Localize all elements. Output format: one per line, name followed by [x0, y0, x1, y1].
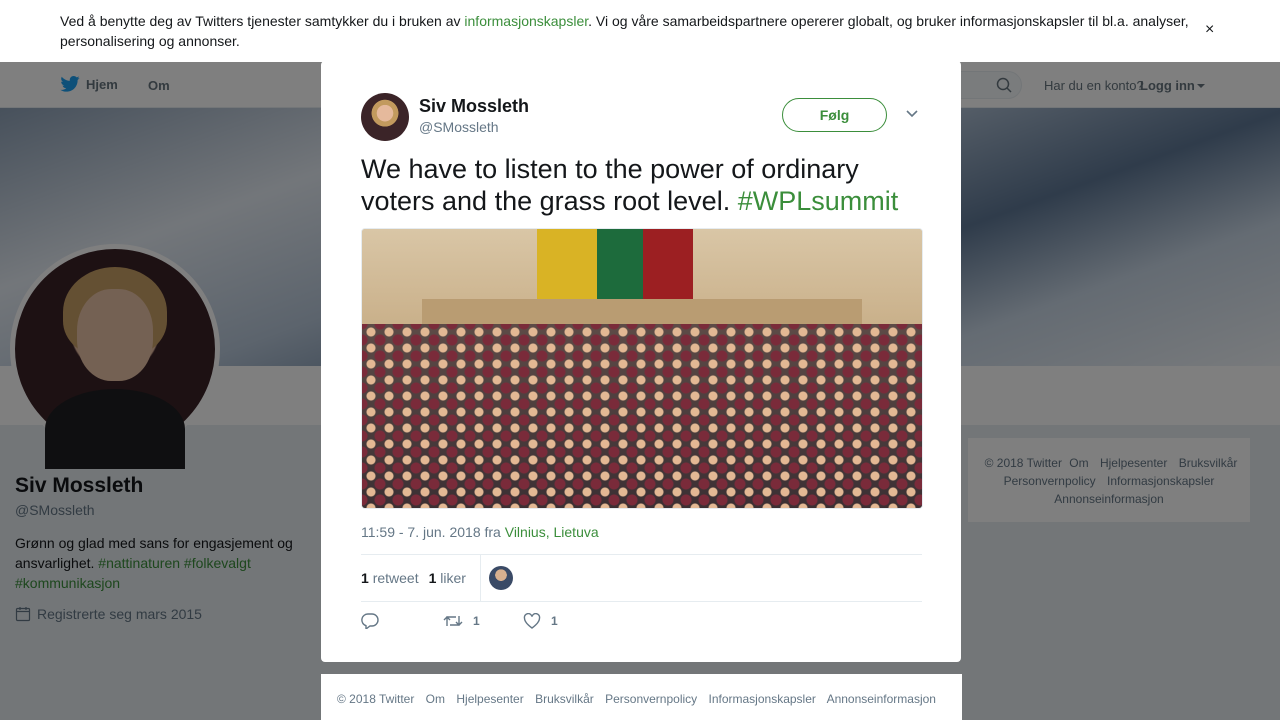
tweet-hashtag[interactable]: #WPLsummit [738, 186, 899, 216]
cookie-close-icon[interactable]: × [1205, 20, 1214, 40]
follow-button[interactable]: Følg [782, 98, 887, 132]
footer-link-privacy[interactable]: Personvernpolicy [605, 692, 697, 706]
footer-link-about[interactable]: Om [426, 692, 445, 706]
photo-flag-green [597, 229, 643, 301]
modal-footer: © 2018 Twitter Om Hjelpesenter Bruksvilk… [321, 674, 962, 720]
cookie-text-before: Ved å benytte deg av Twitters tjenester … [60, 13, 465, 29]
retweet-count: 1 [361, 570, 369, 586]
footer-copyright: © 2018 Twitter [337, 692, 415, 706]
like-label: liker [440, 570, 466, 586]
retweet-label: retweet [372, 570, 419, 586]
reply-button[interactable] [361, 613, 443, 629]
tweet-modal: Siv Mossleth @SMossleth Følg We have to … [321, 61, 961, 662]
footer-link-help[interactable]: Hjelpesenter [456, 692, 523, 706]
author-name[interactable]: Siv Mossleth [419, 96, 529, 117]
heart-icon [523, 613, 541, 629]
author-avatar[interactable] [361, 93, 409, 141]
author-handle[interactable]: @SMossleth [419, 119, 499, 135]
like-button[interactable]: 1 [523, 613, 558, 629]
footer-link-cookies[interactable]: Informasjonskapsler [709, 692, 816, 706]
retweet-action-count: 1 [473, 614, 480, 628]
chevron-down-icon[interactable] [905, 109, 919, 119]
tweet-stats: 1 retweet 1 liker [361, 570, 476, 586]
like-action-count: 1 [551, 614, 558, 628]
tweet-time: 11:59 - 7. jun. 2018 fra [361, 524, 505, 540]
footer-link-ads[interactable]: Annonseinformasjon [827, 692, 936, 706]
stats-separator [480, 555, 481, 601]
retweet-count-link[interactable]: 1 retweet [361, 570, 419, 586]
tweet-location-link[interactable]: Vilnius, Lietuva [505, 524, 599, 540]
tweet-timestamp: 11:59 - 7. jun. 2018 fra Vilnius, Lietuv… [361, 524, 599, 540]
retweet-button[interactable]: 1 [443, 613, 523, 629]
liker-avatar[interactable] [489, 566, 513, 590]
tweet-actions: 1 1 [361, 613, 558, 629]
tweet-text: We have to listen to the power of ordina… [361, 153, 931, 217]
cookie-consent-text: Ved å benytte deg av Twitters tjenester … [60, 11, 1200, 51]
photo-flag-yellow [537, 229, 597, 301]
tweet-photo[interactable] [361, 228, 923, 509]
close-icon[interactable]: ✕ [1234, 10, 1259, 40]
photo-flag-red [643, 229, 693, 301]
cookie-info-link[interactable]: informasjonskapsler [464, 13, 588, 29]
cookie-consent-bar: Ved å benytte deg av Twitters tjenester … [0, 0, 1280, 62]
divider [361, 554, 922, 555]
reply-icon [361, 613, 379, 629]
like-count: 1 [428, 570, 437, 586]
footer-link-terms[interactable]: Bruksvilkår [535, 692, 594, 706]
retweet-icon [443, 616, 463, 626]
divider [361, 601, 922, 602]
photo-crowd [362, 324, 922, 508]
like-count-link[interactable]: 1 liker [429, 570, 466, 586]
